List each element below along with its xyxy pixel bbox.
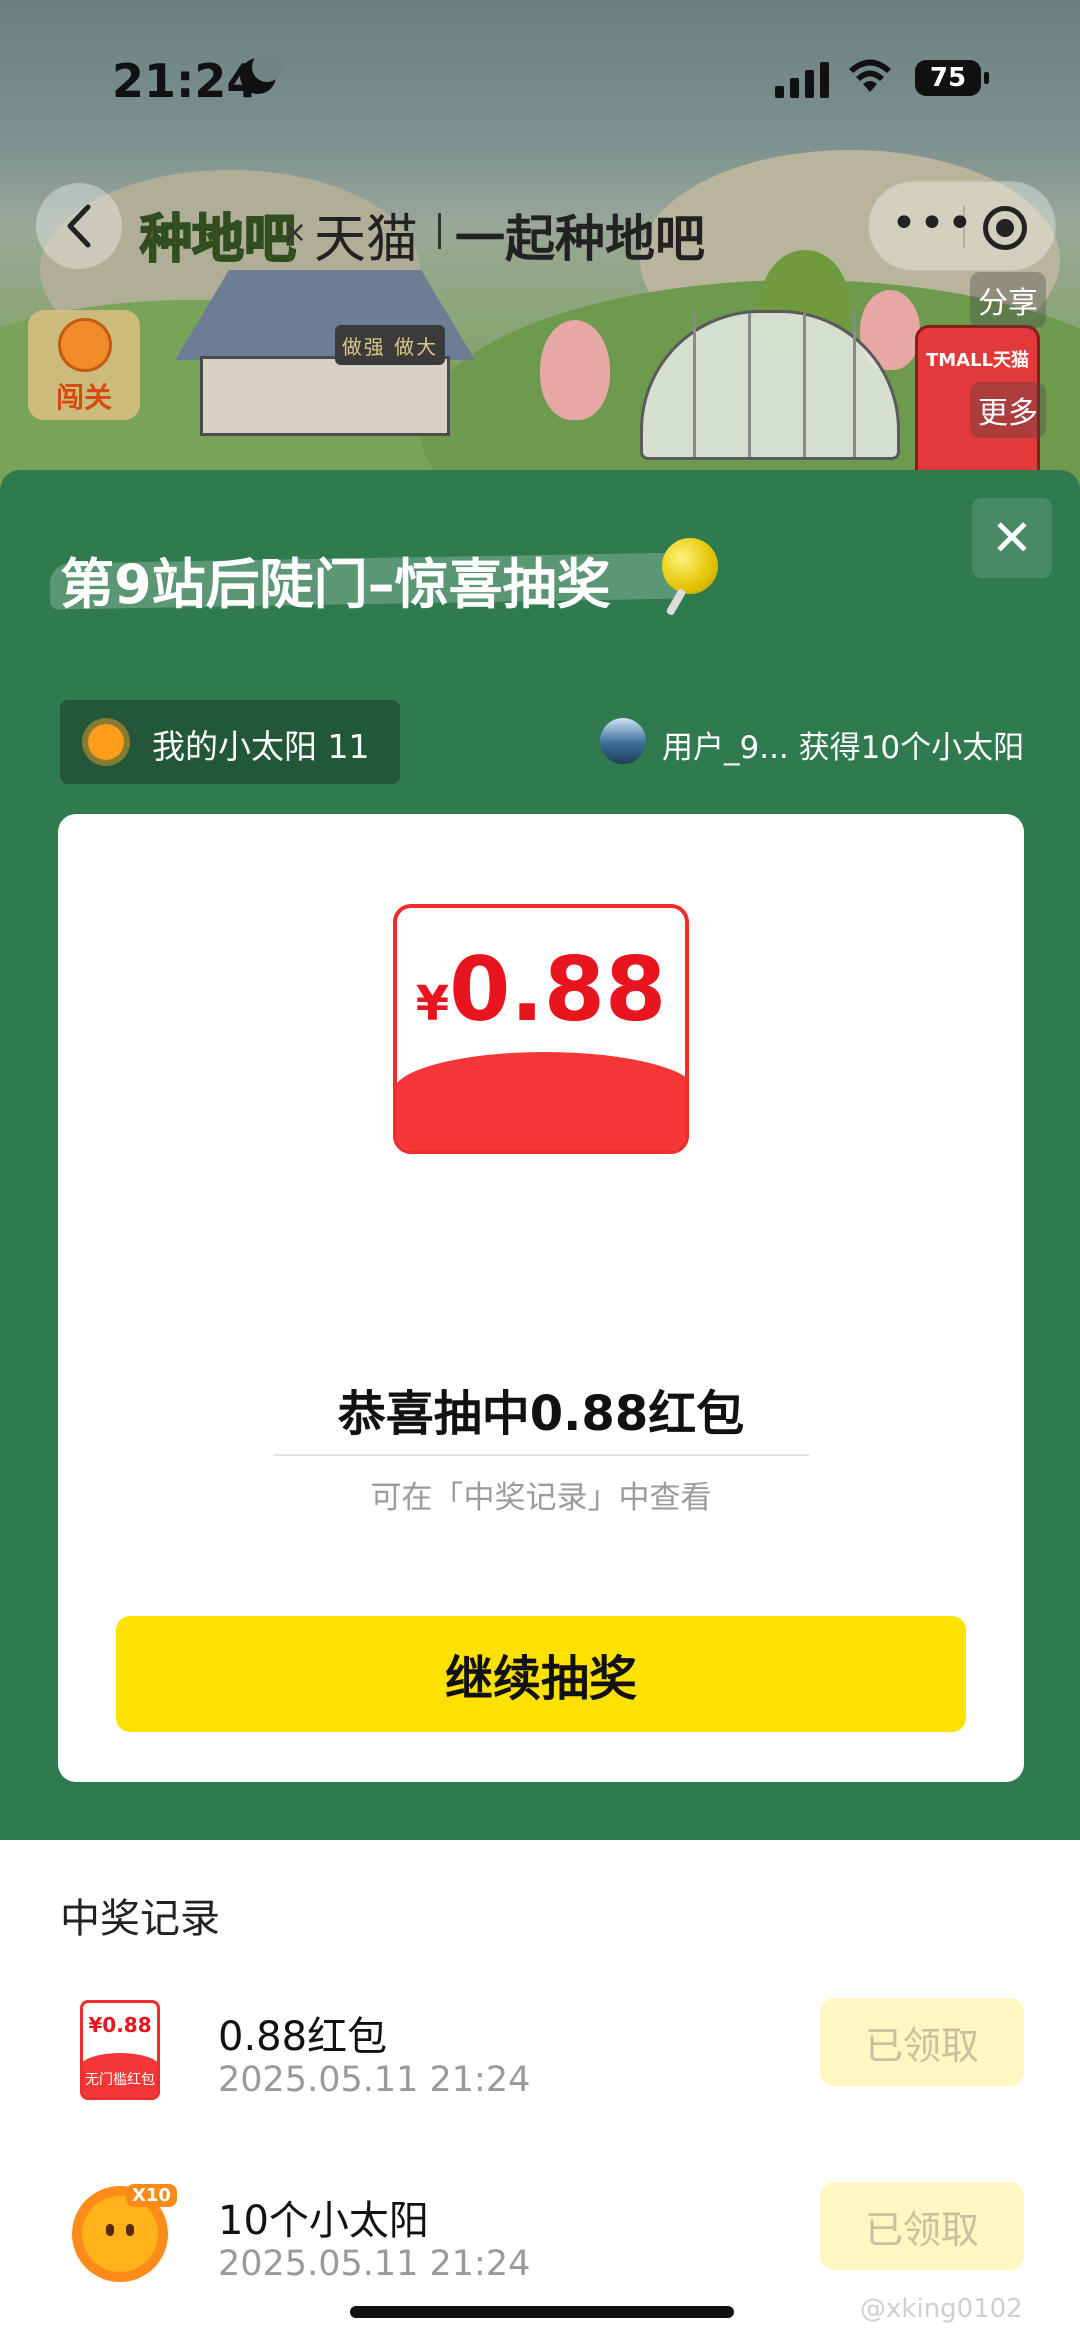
record-name: 0.88红包 bbox=[218, 2014, 388, 2060]
amount-value: 0.88 bbox=[449, 938, 667, 1041]
mini-envelope: ¥0.88 无门槛红包 bbox=[80, 2000, 160, 2100]
home-indicator[interactable] bbox=[350, 2306, 734, 2318]
claimed-button[interactable]: 已领取 bbox=[820, 1998, 1024, 2086]
share-button[interactable]: 分享 bbox=[970, 272, 1046, 328]
mini-envelope-label: 无门槛红包 bbox=[83, 2053, 157, 2097]
logo-separator bbox=[438, 213, 441, 249]
back-button[interactable] bbox=[36, 183, 122, 269]
record-date: 2025.05.11 21:24 bbox=[218, 2244, 531, 2284]
mini-program-nav-bar: 种地吧 × 天猫 一起种地吧 ••• bbox=[0, 175, 1080, 275]
tmall-logo: 天猫 bbox=[314, 210, 419, 270]
my-sun-balance: 我的小太阳 11 bbox=[60, 700, 400, 784]
envelope-flap bbox=[397, 1052, 685, 1150]
currency-symbol: ¥ bbox=[415, 976, 450, 1032]
prize-amount: ¥0.88 bbox=[397, 938, 685, 1041]
avatar bbox=[600, 718, 646, 764]
sun-core bbox=[82, 2196, 158, 2272]
quantity-badge: X10 bbox=[126, 2184, 177, 2207]
levels-button[interactable]: 闯关 bbox=[28, 310, 140, 420]
game-logo: 种地吧 bbox=[139, 209, 297, 271]
station-building: 做强 做大 bbox=[175, 270, 475, 440]
greenhouse-frame bbox=[748, 313, 751, 457]
records-hint: 可在「中奖记录」中查看 bbox=[370, 1480, 712, 1516]
more-button[interactable]: 更多 bbox=[970, 382, 1046, 438]
status-bar: 21:24 75 bbox=[0, 40, 1080, 120]
signal-bar bbox=[775, 86, 784, 98]
battery-icon: 75 bbox=[915, 60, 989, 96]
chevron-left-icon bbox=[67, 204, 91, 248]
status-time: 21:24 bbox=[112, 54, 259, 108]
greenhouse-frame bbox=[693, 313, 696, 457]
list-item: ¥0.88 无门槛红包 0.88红包 2025.05.11 21:24 已领取 bbox=[0, 1980, 1080, 2120]
sheet-title: 第9站后陡门–惊喜抽奖 bbox=[60, 553, 611, 616]
page-title: 一起种地吧 bbox=[455, 210, 705, 268]
sun-face bbox=[106, 2224, 134, 2236]
record-date: 2025.05.11 21:24 bbox=[218, 2060, 531, 2100]
station-sign: 做强 做大 bbox=[335, 325, 445, 365]
mini-program-capsule: ••• bbox=[868, 181, 1056, 271]
records-title: 中奖记录 bbox=[60, 1896, 220, 1942]
station-walls bbox=[200, 356, 450, 436]
signal-bar bbox=[790, 78, 799, 98]
prize-records-section: 中奖记录 ¥0.88 无门槛红包 0.88红包 2025.05.11 21:24… bbox=[0, 1840, 1080, 2341]
capsule-divider bbox=[963, 206, 965, 248]
sun-icon: X10 bbox=[70, 2184, 177, 2284]
signal-bar bbox=[820, 62, 829, 98]
my-sun-label: 我的小太阳 11 bbox=[152, 727, 370, 766]
tree-decoration bbox=[540, 320, 610, 420]
wifi-icon-svg bbox=[849, 59, 891, 92]
prize-card: ¥0.88 无门槛红包 恭喜抽中0.88红包 可在「中奖记录」中查看 继续抽奖 bbox=[58, 814, 1024, 1782]
cellular-signal-icon bbox=[775, 62, 829, 98]
pushpin-icon bbox=[662, 538, 718, 594]
watermark: @xking0102 bbox=[860, 2294, 1023, 2324]
red-envelope-icon: ¥0.88 无门槛红包 bbox=[80, 2000, 160, 2104]
red-envelope-icon: ¥0.88 无门槛红包 bbox=[393, 904, 689, 1154]
winner-notice-text: 用户_9... 获得10个小太阳 bbox=[662, 730, 1025, 766]
continue-draw-button[interactable]: 继续抽奖 bbox=[116, 1616, 966, 1732]
prize-type-label: 无门槛红包 bbox=[397, 1146, 685, 1150]
lottery-sheet: 第9站后陡门–惊喜抽奖 ✕ 我的小太阳 11 用户_9... 获得10个小太阳 … bbox=[0, 470, 1080, 1840]
signal-bar bbox=[805, 70, 814, 98]
wifi-icon bbox=[848, 58, 892, 104]
close-mini-program-button[interactable] bbox=[983, 206, 1027, 250]
levels-label: 闯关 bbox=[55, 381, 112, 414]
greenhouse-frame bbox=[853, 313, 856, 457]
moon-icon bbox=[240, 52, 282, 94]
collab-x: × bbox=[282, 215, 308, 250]
greenhouse-frame bbox=[803, 313, 806, 457]
record-name: 10个小太阳 bbox=[218, 2198, 429, 2244]
character-face-icon bbox=[58, 318, 112, 372]
list-item: X10 10个小太阳 2025.05.11 21:24 已领取 bbox=[0, 2164, 1080, 2304]
mini-envelope-amount: ¥0.88 bbox=[88, 2013, 152, 2037]
congrats-text: 恭喜抽中0.88红包 bbox=[337, 1386, 745, 1442]
divider bbox=[273, 1454, 809, 1456]
close-button[interactable]: ✕ bbox=[972, 498, 1052, 578]
sun-icon bbox=[88, 724, 124, 760]
game-scene-background: 做强 做大 TMALL天猫 21:24 75 种地吧 × 天猫 一起种地吧 ••… bbox=[0, 0, 1080, 500]
claimed-button[interactable]: 已领取 bbox=[820, 2182, 1024, 2270]
